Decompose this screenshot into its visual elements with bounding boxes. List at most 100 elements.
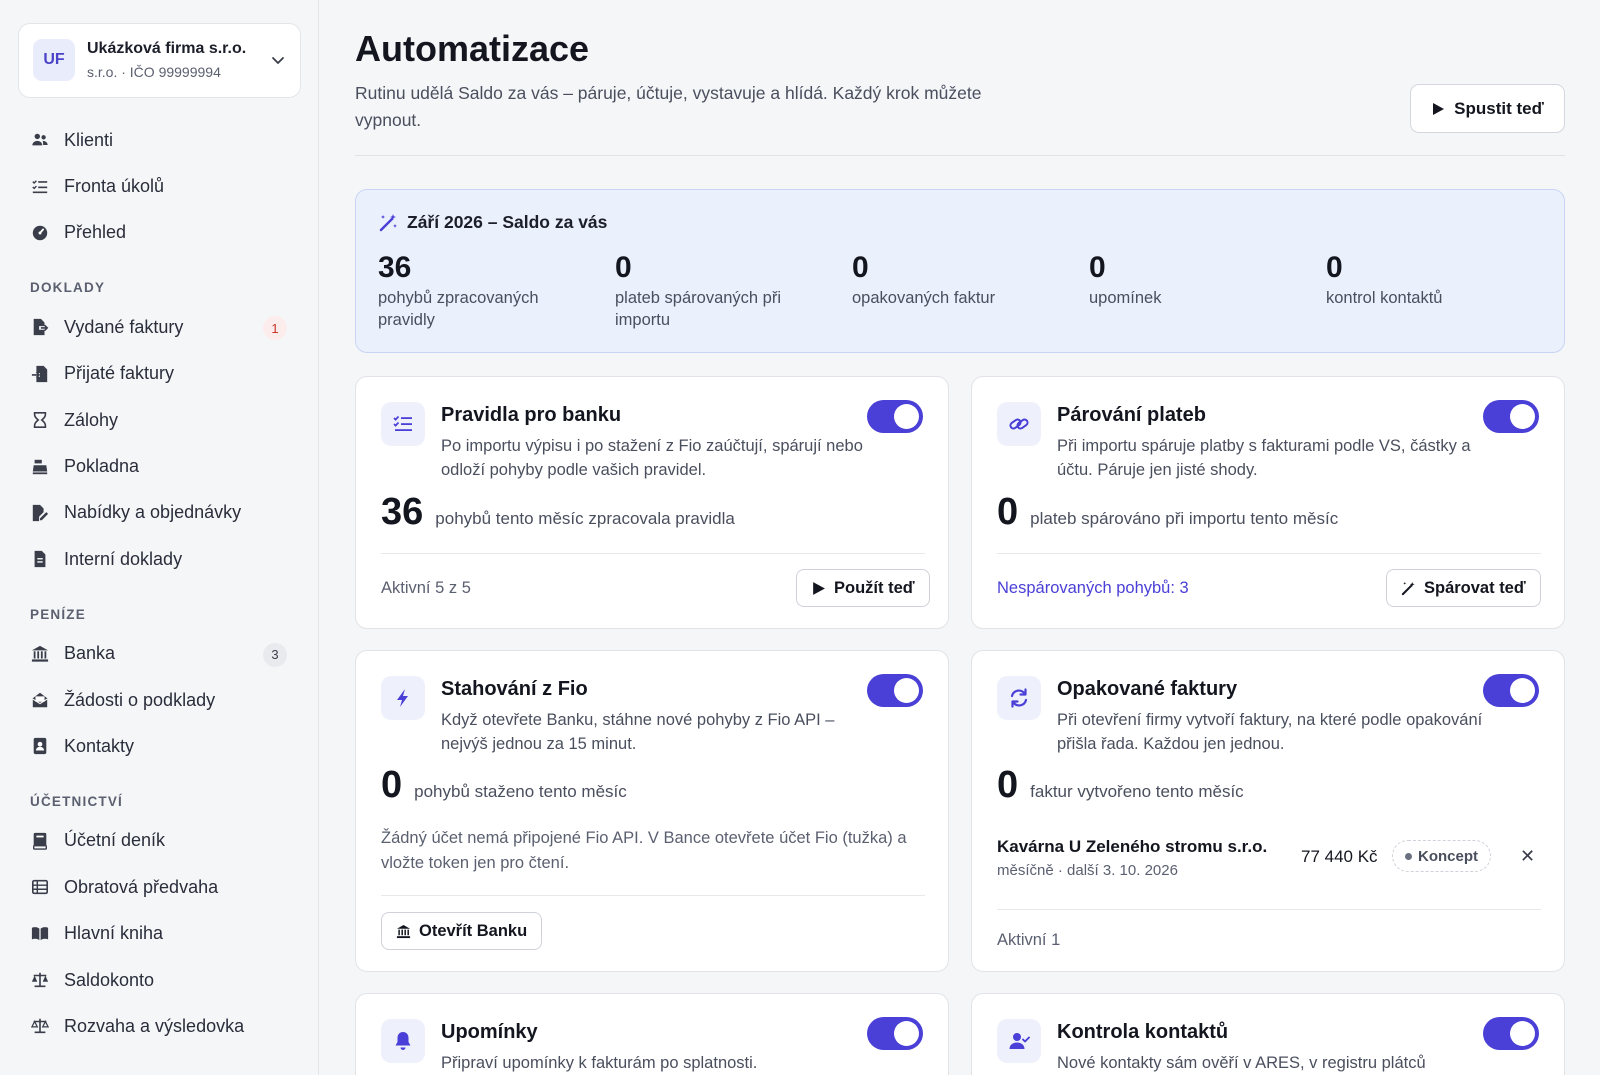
count-badge: 1 <box>263 316 287 341</box>
open-bank-label: Otevřít Banku <box>419 921 528 940</box>
metric-value: 0 <box>381 764 403 806</box>
match-now-button[interactable]: Spárovat teď <box>1386 569 1541 607</box>
sidebar-item-label: Hlavní kniha <box>64 923 164 944</box>
book-icon <box>30 831 50 851</box>
sidebar-item-fronta-ukolu[interactable]: Fronta úkolů <box>0 163 319 209</box>
run-now-button[interactable]: Spustit teď <box>1410 84 1565 133</box>
sidebar-item-label: Kontakty <box>64 735 135 756</box>
sidebar-item-rozvaha-vysledovka[interactable]: Rozvaha a výsledovka <box>0 1003 319 1049</box>
envelope-open-icon <box>30 690 50 710</box>
book-open-icon <box>30 924 50 944</box>
file-export-icon <box>30 317 50 337</box>
stat-label: pohybů zpracovaných pravidly <box>378 289 539 329</box>
summary-heading-text: Září 2026 – Saldo za vás <box>407 212 608 232</box>
sidebar-item-klienti[interactable]: Klienti <box>0 117 319 163</box>
monthly-summary: Září 2026 – Saldo za vás 36 pohybů zprac… <box>355 189 1565 353</box>
open-bank-button[interactable]: Otevřít Banku <box>381 912 543 950</box>
summary-stat: 0 kontrol kontaktů <box>1326 250 1546 309</box>
bell-icon <box>381 1019 425 1063</box>
sidebar-item-label: Žádosti o podklady <box>64 689 216 710</box>
stat-value: 0 <box>852 251 869 284</box>
sidebar-item-label: Fronta úkolů <box>64 176 165 197</box>
sidebar-item-banka[interactable]: Banka 3 <box>0 631 319 677</box>
summary-stat: 0 plateb spárovaných při importu <box>615 250 835 331</box>
metric-value: 0 <box>997 764 1019 806</box>
stat-label: plateb spárovaných při importu <box>615 289 782 329</box>
sidebar-item-prehled[interactable]: Přehled <box>0 210 319 256</box>
match-now-label: Spárovat teď <box>1424 578 1526 597</box>
sidebar-item-vydane-faktury[interactable]: Vydané faktury 1 <box>0 304 319 350</box>
card-recurring-invoices: Opakované faktury Při otevření firmy vyt… <box>971 650 1565 972</box>
metric-value: 36 <box>381 491 424 533</box>
sidebar-item-label: Nabídky a objednávky <box>64 502 242 523</box>
card-bank-rules: Pravidla pro banku Po importu výpisu i p… <box>355 376 949 629</box>
stat-value: 0 <box>615 251 632 284</box>
card-title: Stahování z Fio <box>441 678 588 700</box>
fio-download-toggle[interactable] <box>867 674 923 707</box>
cash-register-icon <box>30 457 50 477</box>
card-description: Nové kontakty sám ověří v ARES, v regist… <box>1057 1054 1426 1072</box>
lightning-icon <box>381 676 425 720</box>
card-metric: 0 faktur vytvořeno tento měsíc <box>997 764 1244 807</box>
nav-section-title: PENÍZE <box>30 606 86 622</box>
sidebar-item-label: Interní doklady <box>64 548 183 569</box>
card-title: Kontrola kontaktů <box>1057 1021 1229 1043</box>
sidebar-item-label: Vydané faktury <box>64 316 184 337</box>
sidebar-item-ucetni-denik[interactable]: Účetní deník <box>0 818 319 864</box>
sidebar-item-label: Přijaté faktury <box>64 363 175 384</box>
unmatched-payments-link[interactable]: Nespárovaných pohybů: 3 <box>997 579 1189 598</box>
run-now-label: Spustit teď <box>1454 98 1544 118</box>
file-icon <box>30 549 50 569</box>
apply-now-label: Použít teď <box>834 578 915 597</box>
card-divider <box>381 895 925 896</box>
sidebar-item-label: Účetní deník <box>64 830 166 851</box>
main-content: Automatizace Rutinu udělá Saldo za vás –… <box>320 0 1600 1075</box>
status-badge: Koncept <box>1392 840 1491 872</box>
bank-rules-toggle[interactable] <box>867 400 923 433</box>
sidebar-item-label: Saldokonto <box>64 969 155 990</box>
card-divider <box>381 553 925 554</box>
company-switcher[interactable]: UF Ukázková firma s.r.o. s.r.o. · IČO 99… <box>18 23 301 98</box>
reminders-toggle[interactable] <box>867 1017 923 1050</box>
stat-label: kontrol kontaktů <box>1326 289 1443 307</box>
sidebar-item-label: Banka <box>64 643 116 664</box>
metric-label: plateb spárováno při importu tento měsíc <box>1030 509 1339 528</box>
list-check-icon <box>30 177 50 197</box>
recurring-invoices-toggle[interactable] <box>1483 674 1539 707</box>
user-check-icon <box>997 1019 1041 1063</box>
card-contact-check: Kontrola kontaktů Nové kontakty sám ověř… <box>971 993 1565 1075</box>
apply-now-button[interactable]: Použít teď <box>796 569 930 607</box>
metric-value: 0 <box>997 491 1019 533</box>
scale-icon <box>30 970 50 990</box>
sidebar-item-prijate-faktury[interactable]: Přijaté faktury <box>0 351 319 397</box>
sidebar-item-zadosti-podklady[interactable]: Žádosti o podklady <box>0 677 319 723</box>
sidebar-item-hlavni-kniha[interactable]: Hlavní kniha <box>0 910 319 956</box>
contact-check-toggle[interactable] <box>1483 1017 1539 1050</box>
summary-stat: 0 opakovaných faktur <box>852 250 1072 309</box>
card-metric: 0 pohybů staženo tento měsíc <box>381 764 627 807</box>
sidebar-item-nabidky-objednavky[interactable]: Nabídky a objednávky <box>0 490 319 536</box>
invoice-amount: 77 440 Kč <box>1301 847 1378 866</box>
card-divider <box>997 553 1541 554</box>
card-footer-status: Aktivní 5 z 5 <box>381 579 471 597</box>
sidebar-item-kontakty[interactable]: Kontakty <box>0 723 319 769</box>
card-title: Upomínky <box>441 1021 538 1043</box>
card-description: Při otevření firmy vytvoří faktury, na k… <box>1057 711 1483 753</box>
sidebar-item-obratova-predvaha[interactable]: Obratová předvaha <box>0 864 319 910</box>
chevron-down-icon <box>272 57 284 64</box>
card-footer-status: Aktivní 1 <box>997 931 1061 949</box>
close-icon[interactable]: ✕ <box>1520 846 1535 867</box>
sidebar-item-interni-doklady[interactable]: Interní doklady <box>0 536 319 582</box>
bank-icon <box>396 924 411 938</box>
sidebar-item-label: Rozvaha a výsledovka <box>64 1015 245 1036</box>
link-icon <box>997 402 1041 446</box>
sidebar-item-pokladna[interactable]: Pokladna <box>0 443 319 489</box>
payment-matching-toggle[interactable] <box>1483 400 1539 433</box>
sidebar-item-zalohy[interactable]: Zálohy <box>0 397 319 443</box>
file-import-icon <box>30 364 50 384</box>
status-text: Koncept <box>1418 847 1478 865</box>
card-title: Opakované faktury <box>1057 678 1238 700</box>
recurring-invoice-row[interactable]: Kavárna U Zeleného stromu s.r.o. měsíčně… <box>997 837 1542 883</box>
gauge-icon <box>30 223 50 243</box>
sidebar-item-saldokonto[interactable]: Saldokonto <box>0 957 319 1003</box>
